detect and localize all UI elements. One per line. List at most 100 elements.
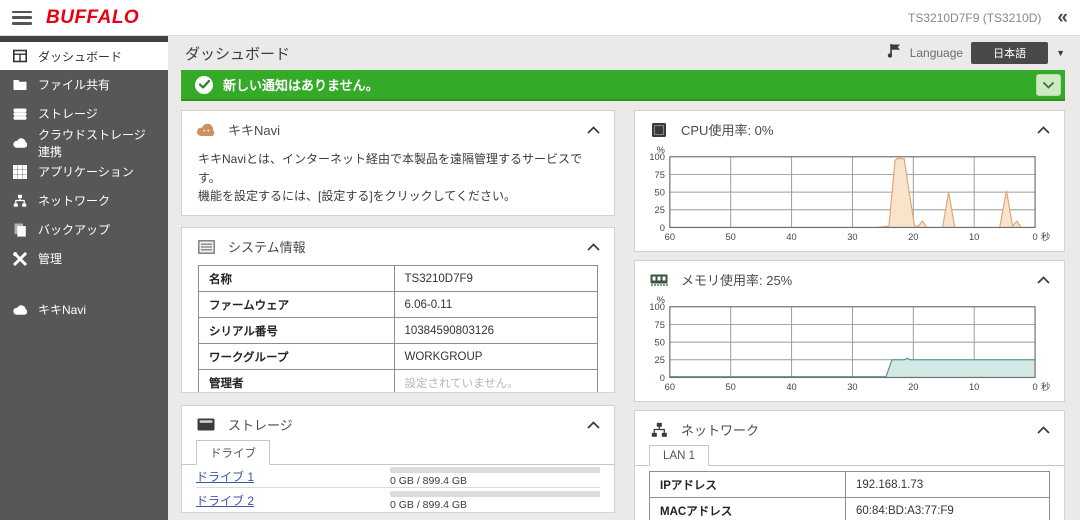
- backup-icon: [12, 222, 27, 237]
- kikinavi-panel: キキNavi キキNaviとは、インターネット経由で本製品を遠隔管理するサービス…: [181, 110, 615, 216]
- svg-text:0: 0: [1032, 232, 1037, 242]
- kikinavi-configure-link[interactable]: 設定する: [548, 215, 596, 216]
- table-row: ワークグループ WORKGROUP: [198, 343, 598, 370]
- sidebar-item-label: アプリケーション: [38, 165, 134, 179]
- svg-text:0: 0: [1032, 382, 1037, 392]
- svg-text:20: 20: [908, 382, 918, 392]
- svg-text:60: 60: [665, 232, 675, 242]
- panel-title: ストレージ: [228, 418, 293, 433]
- kikinavi-description-line1: キキNaviとは、インターネット経由で本製品を遠隔管理するサービスです。: [198, 152, 583, 185]
- language-caret-icon[interactable]: ▼: [1056, 48, 1065, 58]
- svg-text:30: 30: [847, 232, 857, 242]
- collapse-chevron-icon[interactable]: [587, 420, 600, 429]
- check-circle-icon: [195, 75, 213, 94]
- sidebar-item-cloud-storage[interactable]: クラウドストレージ連携: [0, 127, 168, 159]
- sidebar-item-label: キキNavi: [38, 303, 87, 317]
- row-label: MACアドレス: [649, 497, 846, 520]
- svg-text:75: 75: [655, 320, 665, 330]
- svg-text:100: 100: [649, 302, 665, 312]
- tab-lan1[interactable]: LAN 1: [649, 445, 709, 466]
- memory-usage-panel: メモリ使用率: 25% % 0 25 50 75 100 60 50 40 30 20 10 0 秒: [634, 260, 1065, 402]
- main-header: ダッシュボード Language 日本語 ▼: [181, 36, 1065, 70]
- drive-usage-bar: [390, 467, 600, 473]
- tab-drives[interactable]: ドライブ: [196, 440, 270, 465]
- buffalo-logo: BUFFALO: [46, 6, 140, 28]
- network-nodes-icon: [649, 421, 669, 439]
- page-title: ダッシュボード: [185, 45, 291, 63]
- svg-text:60: 60: [665, 382, 675, 392]
- panel-title: ネットワーク: [681, 423, 760, 438]
- network-icon: [12, 193, 27, 208]
- drive-usage-text: 0 GB / 899.4 GB: [390, 498, 468, 511]
- table-row: 管理者 設定されていません。: [198, 369, 598, 392]
- table-row: シリアル番号 10384590803126: [198, 317, 598, 344]
- tools-icon: [12, 251, 27, 266]
- memory-usage-chart: %025507510060 50 40 30 20 10 0 秒: [649, 295, 1050, 392]
- storage-panel: ストレージ ドライブ ドライブ 1 0 GB / 899.4 GB ドライブ 2…: [181, 405, 615, 513]
- language-select-button[interactable]: 日本語: [971, 42, 1049, 64]
- svg-text:40: 40: [786, 382, 796, 392]
- double-chevron-left-icon[interactable]: «: [1057, 8, 1068, 27]
- panel-title: システム情報: [228, 240, 306, 255]
- cpu-chip-icon: [649, 121, 669, 139]
- sidebar-item-label: ファイル共有: [38, 78, 111, 92]
- row-value: TS3210D7F9: [393, 265, 598, 292]
- sidebar-item-label: バックアップ: [38, 223, 111, 237]
- row-label: ファームウェア: [198, 291, 395, 318]
- sidebar-item-applications[interactable]: アプリケーション: [0, 157, 168, 186]
- row-value: 10384590803126: [393, 317, 598, 344]
- drive-2-link[interactable]: ドライブ 2: [196, 492, 254, 509]
- table-row: MACアドレス 60:84:BD:A3:77:F9: [649, 497, 1050, 520]
- svg-text:20: 20: [908, 232, 918, 242]
- notification-chevron-down-button[interactable]: [1036, 74, 1061, 96]
- cpu-usage-chart: %025507510060 50 40 30 20 10 0 秒: [649, 145, 1050, 242]
- collapse-chevron-icon[interactable]: [587, 125, 600, 134]
- storage-drive-icon: [196, 416, 216, 434]
- row-value: 設定されていません。: [393, 369, 598, 392]
- sidebar-item-network[interactable]: ネットワーク: [0, 186, 168, 215]
- table-row: IPアドレス 192.168.1.73: [649, 471, 1050, 498]
- system-info-icon: [196, 238, 216, 256]
- sidebar-item-storage[interactable]: ストレージ: [0, 99, 168, 128]
- drive-1-link[interactable]: ドライブ 1: [196, 468, 254, 485]
- topbar: BUFFALO TS3210D7F9 (TS3210D) «: [0, 0, 1080, 36]
- notification-message: 新しい通知はありません。: [223, 78, 379, 93]
- svg-text:秒: 秒: [1041, 231, 1050, 242]
- sidebar-item-file-sharing[interactable]: ファイル共有: [0, 70, 168, 99]
- svg-text:50: 50: [726, 382, 736, 392]
- svg-text:10: 10: [969, 382, 979, 392]
- collapse-chevron-icon[interactable]: [1037, 125, 1050, 134]
- sidebar-item-admin[interactable]: 管理: [0, 244, 168, 273]
- sidebar-item-kikinavi[interactable]: キキNavi: [0, 295, 168, 324]
- row-label: シリアル番号: [198, 317, 395, 344]
- row-value: 6.06-0.11: [393, 291, 598, 318]
- sidebar-item-label: 管理: [38, 252, 63, 266]
- memory-ram-icon: [649, 271, 669, 289]
- svg-text:25: 25: [655, 355, 665, 365]
- language-label: Language: [909, 46, 964, 60]
- collapse-chevron-icon[interactable]: [1037, 425, 1050, 434]
- drive-usage-bar: [390, 490, 600, 497]
- sidebar-item-label: クラウドストレージ連携: [38, 127, 146, 159]
- folder-icon: [12, 77, 27, 92]
- collapse-chevron-icon[interactable]: [1037, 275, 1050, 284]
- apps-icon: [12, 164, 27, 179]
- svg-text:25: 25: [655, 205, 665, 215]
- collapse-chevron-icon[interactable]: [587, 242, 600, 251]
- main-content: ダッシュボード Language 日本語 ▼ 新しい通知はありません。 キキNa…: [168, 36, 1080, 520]
- notification-bar: 新しい通知はありません。: [181, 70, 1065, 101]
- sidebar-item-dashboard[interactable]: ダッシュボード: [0, 42, 168, 70]
- svg-text:10: 10: [969, 232, 979, 242]
- device-name: TS3210D7F9 (TS3210D): [908, 10, 1042, 25]
- table-row: ファームウェア 6.06-0.11: [198, 291, 598, 318]
- sidebar-item-label: ダッシュボード: [38, 49, 123, 64]
- kikinavi-cloud-icon: [196, 121, 216, 139]
- table-row: 名称 TS3210D7F9: [198, 265, 598, 292]
- language-icon: [886, 43, 902, 63]
- drive-row: ドライブ 1 0 GB / 899.4 GB: [196, 465, 600, 488]
- svg-text:秒: 秒: [1041, 381, 1050, 392]
- kikinavi-description-line2: 機能を設定するには、[設定する]をクリックしてください。: [198, 189, 516, 204]
- sidebar-item-backup[interactable]: バックアップ: [0, 215, 168, 244]
- hamburger-menu-icon[interactable]: [12, 10, 32, 25]
- system-info-table: 名称 TS3210D7F9 ファームウェア 6.06-0.11 シリアル番号 1038…: [198, 265, 598, 392]
